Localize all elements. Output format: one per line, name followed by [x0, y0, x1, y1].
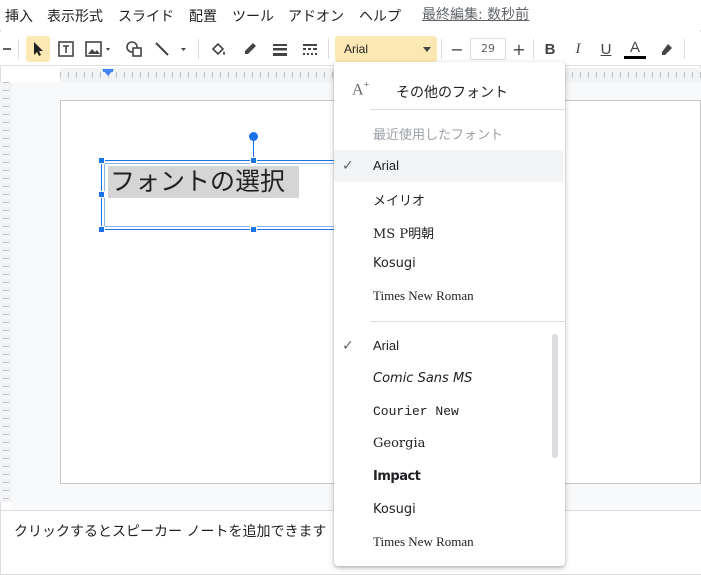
speaker-notes-placeholder: クリックするとスピーカー ノートを追加できます	[14, 524, 327, 540]
menu-divider	[370, 321, 565, 322]
shape-button[interactable]	[122, 36, 146, 62]
font-name: Arial	[373, 338, 400, 353]
vertical-ruler[interactable]	[0, 82, 12, 502]
font-arial[interactable]: ✓ Arial	[334, 330, 563, 362]
toolbar-divider	[441, 39, 442, 59]
more-fonts-item[interactable]: A+ その他のフォント	[334, 70, 565, 106]
menu-bar: 挿入 表示形式 スライド 配置 ツール アドオン ヘルプ 最終編集: 数秒前	[0, 0, 701, 30]
check-icon: ✓	[342, 158, 354, 174]
resize-handle-bottom-left[interactable]	[98, 226, 105, 233]
check-icon: ✓	[342, 338, 354, 354]
font-name: メイリオ	[373, 194, 426, 209]
text-color-button[interactable]: A	[622, 36, 648, 62]
menu-addons[interactable]: アドオン	[288, 6, 344, 26]
highlighter-icon	[662, 44, 672, 55]
bold-button[interactable]: B	[538, 36, 562, 62]
ruler-ticks	[3, 82, 9, 502]
toolbar-divider	[684, 39, 685, 59]
font-name: Kosugi	[373, 256, 416, 271]
resize-handle-top[interactable]	[250, 157, 257, 164]
font-dropdown-menu: A+ その他のフォント 最近使用したフォント ✓ Arial メイリオ MS P…	[334, 62, 565, 566]
font-name: Comic Sans MS	[373, 371, 473, 386]
menu-insert[interactable]: 挿入	[5, 6, 33, 26]
menu-format[interactable]: 表示形式	[47, 6, 103, 26]
font-name: Courier New	[373, 404, 459, 419]
last-edit-link[interactable]: 最終編集: 数秒前	[422, 4, 529, 24]
menu-slide[interactable]: スライド	[118, 6, 174, 26]
recent-font-ms-p-mincho[interactable]: MS P明朝	[334, 215, 563, 247]
fill-color-button[interactable]	[206, 36, 230, 62]
more-fonts-label: その他のフォント	[396, 85, 508, 101]
border-weight-icon	[273, 44, 287, 56]
font-name: Georgia	[373, 436, 426, 451]
rotation-handle[interactable]	[249, 132, 258, 141]
text-box-button[interactable]	[54, 36, 78, 62]
text-color-label: A	[629, 38, 640, 56]
menu-arrange[interactable]: 配置	[189, 6, 217, 26]
font-name: Impact	[373, 469, 421, 484]
resize-handle-top-left[interactable]	[98, 157, 105, 164]
select-tool-button[interactable]	[26, 36, 50, 62]
resize-handle-left[interactable]	[98, 191, 105, 198]
toolbar-divider	[533, 39, 534, 59]
recent-font-kosugi[interactable]: Kosugi	[334, 248, 563, 280]
font-impact[interactable]: Impact	[334, 461, 563, 493]
font-name: Arial	[373, 158, 400, 173]
text-color-swatch	[624, 55, 646, 59]
chevron-down-icon	[423, 47, 431, 52]
font-name: Times New Roman	[373, 288, 474, 303]
text-box-icon	[58, 41, 74, 57]
border-weight-button[interactable]	[268, 36, 292, 62]
font-kosugi[interactable]: Kosugi	[334, 494, 563, 526]
recent-fonts-header: 最近使用したフォント	[373, 128, 504, 143]
shape-icon	[126, 41, 142, 57]
increase-font-size-button[interactable]: +	[508, 36, 530, 62]
pencil-icon	[245, 43, 256, 54]
toolbar-divider	[328, 39, 329, 59]
line-icon	[155, 42, 186, 56]
toolbar-divider	[198, 39, 199, 59]
menu-help[interactable]: ヘルプ	[359, 6, 401, 26]
toolbar-divider	[18, 39, 19, 59]
font-comic-sans-ms[interactable]: Comic Sans MS	[334, 363, 563, 395]
recent-font-meiryo[interactable]: メイリオ	[334, 182, 563, 214]
font-georgia[interactable]: Georgia	[334, 428, 563, 460]
recent-font-arial[interactable]: ✓ Arial	[334, 150, 563, 182]
image-icon	[85, 41, 110, 57]
font-family-value: Arial	[344, 42, 369, 56]
border-color-button[interactable]	[238, 36, 262, 62]
decrease-font-size-button[interactable]: −	[446, 36, 468, 62]
slide-text-selection[interactable]: フォントの選択	[108, 166, 300, 198]
recent-font-times-new-roman[interactable]: Times New Roman	[334, 280, 563, 312]
border-dash-icon	[303, 44, 317, 55]
menu-tools[interactable]: ツール	[232, 6, 274, 26]
resize-handle-bottom[interactable]	[250, 226, 257, 233]
highlight-color-button[interactable]	[654, 36, 678, 62]
font-size-input[interactable]: 29	[470, 38, 506, 60]
insert-image-button[interactable]	[82, 36, 116, 62]
cursor-arrow-icon	[34, 42, 43, 56]
paint-bucket-icon	[211, 42, 225, 56]
font-family-select[interactable]: Arial	[335, 36, 437, 62]
underline-button[interactable]: U	[594, 36, 618, 62]
italic-button[interactable]: I	[566, 36, 590, 62]
font-courier-new[interactable]: Courier New	[334, 396, 563, 428]
font-times-new-roman[interactable]: Times New Roman	[334, 526, 563, 558]
font-name: Times New Roman	[373, 534, 474, 549]
font-name: Kosugi	[373, 502, 416, 517]
add-font-icon: A+	[352, 80, 370, 99]
toolbar: Arial − 29 + B I U A	[0, 32, 701, 66]
font-name: MS P明朝	[373, 227, 435, 242]
left-indent-handle[interactable]	[102, 69, 114, 76]
dropdown-scrollbar[interactable]	[552, 334, 558, 458]
menu-divider	[370, 109, 565, 110]
more-left-icon[interactable]	[0, 36, 14, 62]
line-button[interactable]	[150, 36, 192, 62]
border-dash-button[interactable]	[298, 36, 322, 62]
